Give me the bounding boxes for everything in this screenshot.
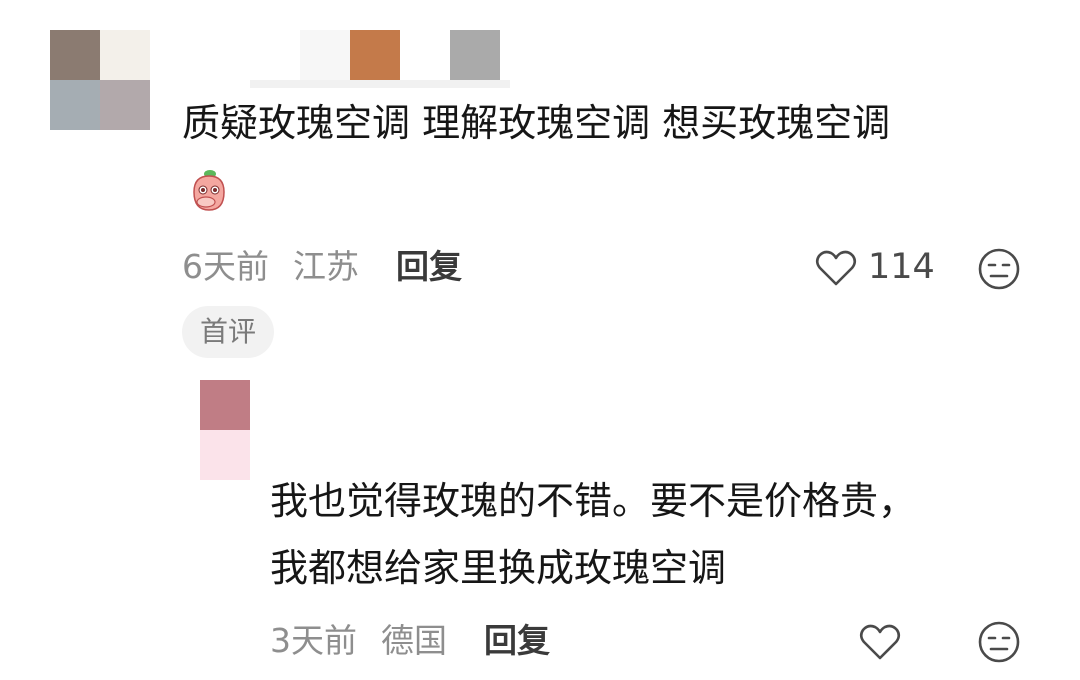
like-count: 114 (868, 247, 935, 287)
first-comment-badge: 首评 (182, 306, 275, 358)
reply-text-line-1: 我也觉得玫瑰的不错。要不是价格贵， (270, 479, 917, 523)
meh-face-icon (977, 247, 1021, 291)
reply-location: 德国 (381, 621, 447, 660)
reply-reply-button[interactable]: 回复 (484, 624, 550, 657)
dislike-button[interactable] (977, 247, 1021, 291)
reply-dislike-button[interactable] (977, 620, 1021, 664)
reply-like-button[interactable] (858, 622, 902, 662)
avatar[interactable] (50, 30, 150, 130)
reply-text-line-2: 我都想给家里换成玫瑰空调 (270, 546, 727, 590)
like-button[interactable]: 114 (814, 246, 944, 292)
comment-time: 6天前 (182, 247, 269, 286)
reply-button[interactable]: 回复 (396, 250, 462, 283)
username-mosaic[interactable] (250, 30, 550, 88)
comment-text: 质疑玫瑰空调 理解玫瑰空调 想买玫瑰空调 (182, 101, 891, 145)
reply-time: 3天前 (270, 621, 357, 660)
comment-location: 江苏 (293, 247, 359, 286)
meh-face-icon (977, 620, 1021, 664)
heart-outline-icon (858, 622, 902, 662)
peach-cover-mouth-emoji (184, 164, 234, 214)
heart-outline-icon (814, 248, 858, 288)
reply-avatar[interactable] (200, 380, 250, 480)
